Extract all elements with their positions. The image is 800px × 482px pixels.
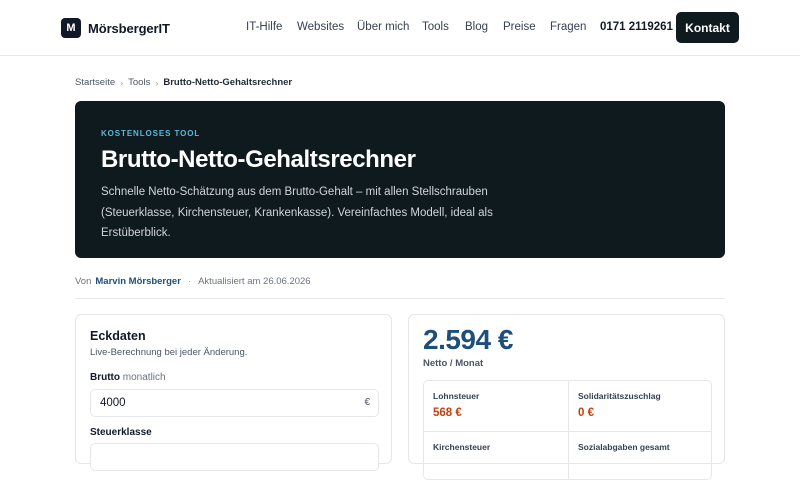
deduction-value: 568 € — [433, 407, 462, 419]
breadcrumb-current: Brutto-Netto-Gehaltsrechner — [163, 77, 293, 88]
nav-websites[interactable]: Websites — [297, 21, 344, 33]
breadcrumb-separator: › — [120, 77, 124, 88]
contact-button[interactable]: Kontakt — [676, 12, 739, 43]
deduction-label: Solidaritätszuschlag — [578, 391, 661, 401]
deduction-value: 0 € — [578, 407, 594, 419]
gross-label: Brutto monatlich — [90, 372, 166, 383]
input-card: Eckdaten Live-Berechnung bei jeder Änder… — [75, 314, 392, 471]
deduction-label: Sozialabgaben gesamt — [578, 442, 670, 452]
brand-logo[interactable]: M MörsbergerIT — [61, 18, 170, 38]
article-meta: Von Marvin Mörsberger · Aktualisiert am … — [75, 276, 311, 287]
deduction-social-total: Sozialabgaben gesamt — [569, 432, 713, 482]
nav-tools[interactable]: Tools — [422, 21, 449, 33]
hero-kicker: KOSTENLOSES TOOL — [101, 129, 201, 138]
nav-it-hilfe[interactable]: IT-Hilfe — [246, 21, 282, 33]
breadcrumb-home[interactable]: Startseite — [75, 77, 115, 88]
hero-banner: KOSTENLOSES TOOL Brutto-Netto-Gehaltsrec… — [75, 101, 725, 258]
brand-name: MörsbergerIT — [88, 20, 170, 36]
nav-blog[interactable]: Blog — [465, 21, 488, 33]
meta-separator: · — [187, 276, 192, 287]
gross-label-text: Brutto — [90, 372, 120, 383]
breadcrumb: Startseite › Tools › Brutto-Netto-Gehalt… — [75, 77, 292, 88]
author-link[interactable]: Marvin Mörsberger — [95, 276, 181, 287]
divider — [75, 298, 725, 299]
deduction-church-tax: Kirchensteuer — [424, 432, 568, 482]
logo-badge: M — [61, 18, 81, 38]
input-card-title: Eckdaten — [90, 329, 146, 343]
nav-fragen[interactable]: Fragen — [550, 21, 586, 33]
phone-link[interactable]: 0171 2119261 — [600, 21, 673, 33]
gross-label-hint: monatlich — [122, 372, 166, 383]
input-card-subtitle: Live-Berechnung bei jeder Änderung. — [90, 347, 248, 358]
nav-preise[interactable]: Preise — [503, 21, 536, 33]
site-header: M MörsbergerIT IT-Hilfe Websites Über mi… — [0, 0, 800, 56]
gross-input-value: 4000 — [100, 397, 126, 409]
updated-date: Aktualisiert am 26.06.2026 — [198, 276, 311, 287]
deduction-label: Lohnsteuer — [433, 391, 480, 401]
breadcrumb-separator: › — [155, 77, 159, 88]
page-title: Brutto-Netto-Gehaltsrechner — [101, 146, 416, 173]
deduction-label: Kirchensteuer — [433, 442, 491, 452]
net-label: Netto / Monat — [423, 358, 484, 369]
breadcrumb-tools[interactable]: Tools — [128, 77, 150, 88]
hero-description: Schnelle Netto-Schätzung aus dem Brutto-… — [101, 186, 493, 239]
net-amount: 2.594 € — [423, 324, 513, 355]
nav-ueber-mich[interactable]: Über mich — [357, 21, 409, 33]
meta-by: Von — [75, 276, 92, 287]
tax-class-label-text: Steuerklasse — [90, 427, 152, 438]
tax-class-label: Steuerklasse — [90, 427, 152, 438]
gross-input[interactable]: 4000 € — [90, 389, 379, 417]
result-card: 2.594 € Netto / Monat Lohnsteuer 568 € S… — [408, 314, 725, 480]
tax-class-select[interactable] — [90, 443, 379, 471]
deduction-solidarity: Solidaritätszuschlag 0 € — [569, 381, 713, 431]
euro-suffix: € — [364, 397, 370, 408]
deductions-grid: Lohnsteuer 568 € Solidaritätszuschlag 0 … — [423, 380, 712, 480]
deduction-income-tax: Lohnsteuer 568 € — [424, 381, 568, 431]
